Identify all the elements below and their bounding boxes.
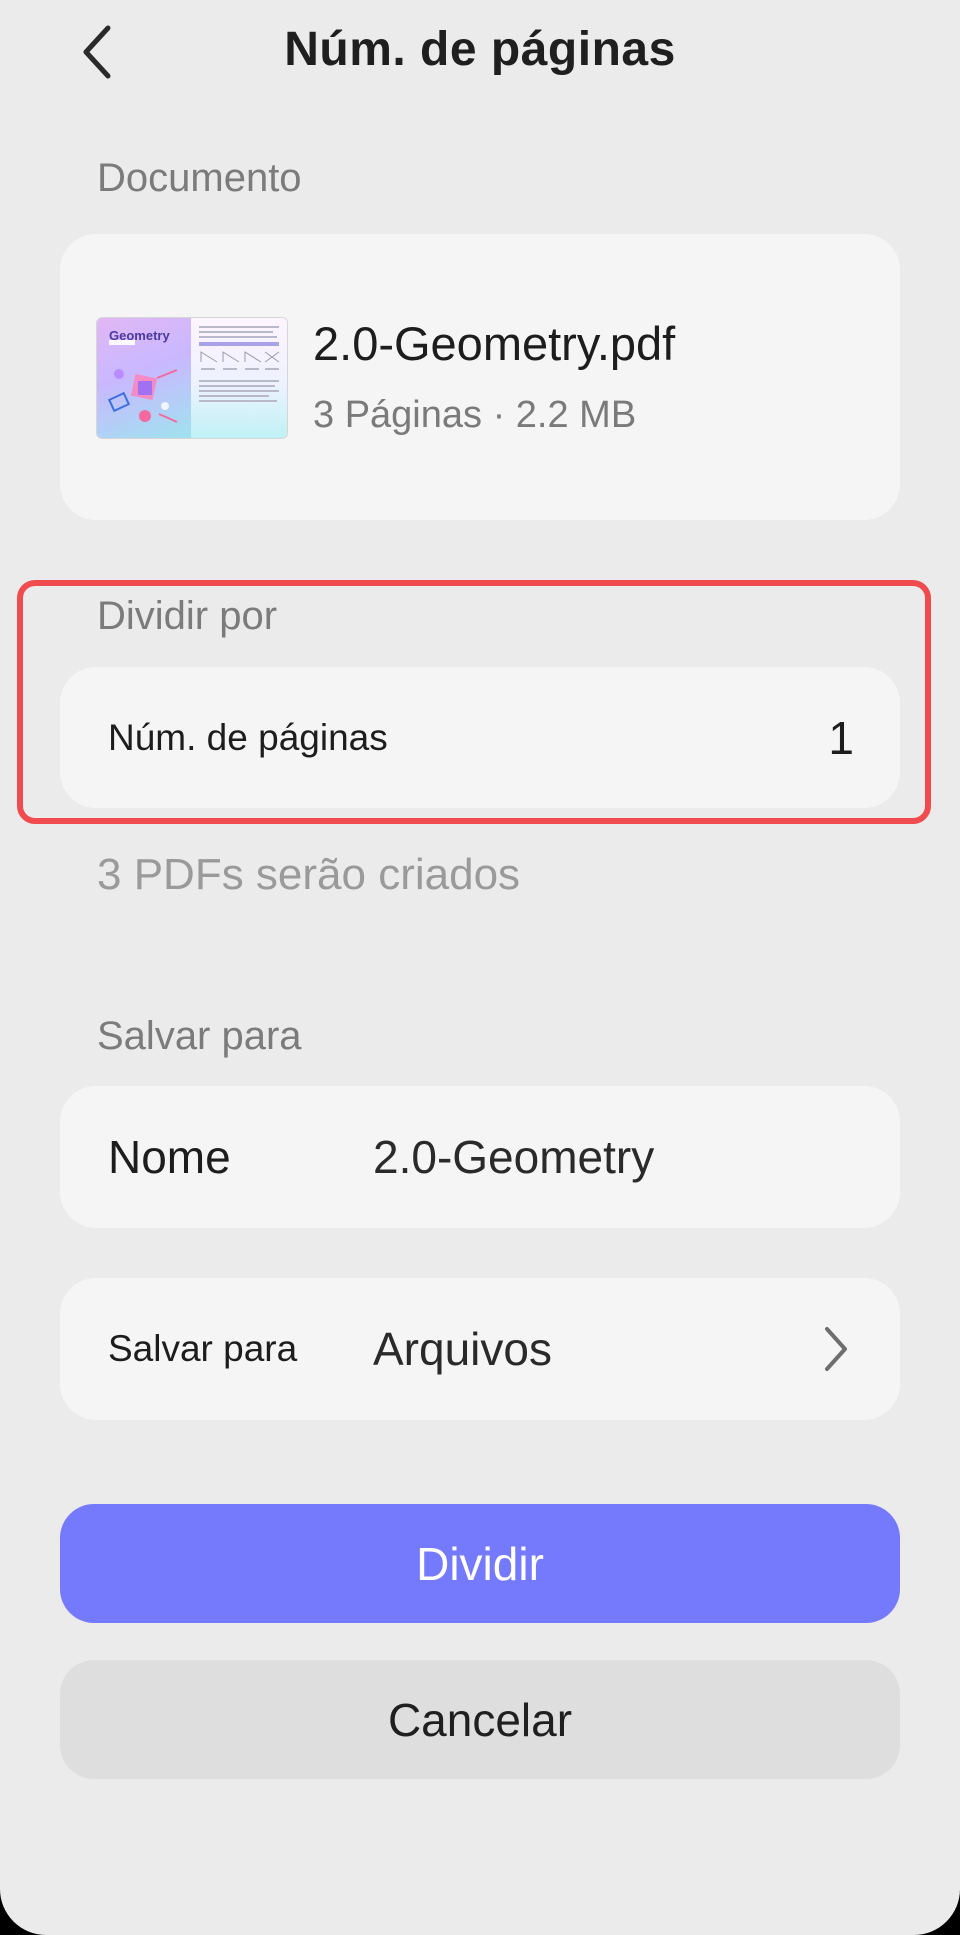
geometry-shapes-icon [107,340,178,423]
highlight-frame [17,580,931,824]
split-button[interactable]: Dividir [60,1504,900,1623]
page-title: Núm. de páginas [284,23,676,76]
save-section-label: Salvar para [97,1014,302,1058]
document-card: Geometry 2.0-Geometry.pdf 3 Páginas · 2.… [60,234,900,520]
file-name-input[interactable]: 2.0-Geometry [373,1130,654,1184]
document-file-name: 2.0-Geometry.pdf [313,317,676,370]
thumbnail-cover: Geometry [97,318,191,438]
pdf-count-hint: 3 PDFs serão criados [97,850,521,899]
header: Núm. de páginas [0,0,960,108]
split-sheet: Núm. de páginas Documento Geometry 2.0-G… [0,0,960,1935]
save-destination-row[interactable]: Salvar para Arquivos [60,1278,900,1420]
document-section-label: Documento [97,156,302,200]
cancel-button[interactable]: Cancelar [60,1660,900,1779]
document-thumbnail: Geometry [96,317,288,439]
chevron-right-icon [816,1323,856,1375]
save-destination-value: Arquivos [373,1323,552,1375]
document-meta: 3 Páginas · 2.2 MB [313,394,637,436]
save-destination-label: Salvar para [108,1328,298,1369]
thumbnail-page-content [191,318,287,438]
file-name-label: Nome [108,1131,231,1183]
document-text-lines-icon [199,326,280,402]
file-name-field[interactable]: Nome 2.0-Geometry [60,1086,900,1228]
